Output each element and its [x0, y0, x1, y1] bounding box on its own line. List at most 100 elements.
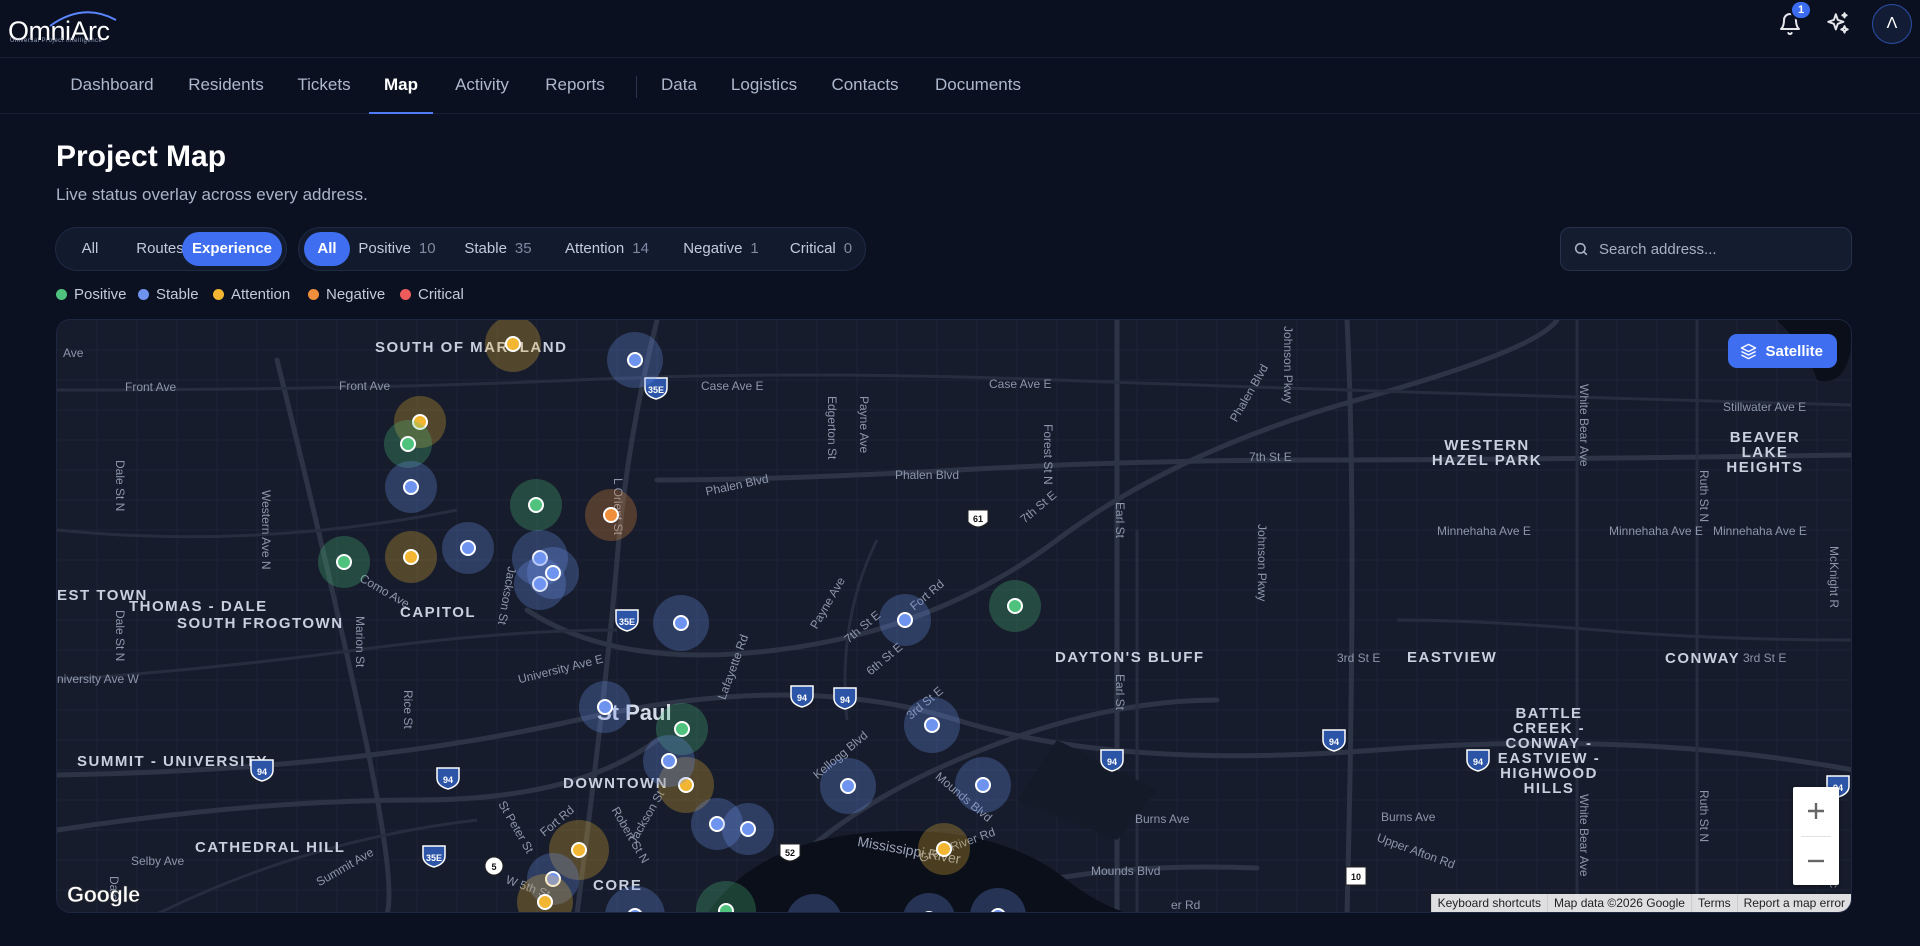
ai-assistant-button[interactable] — [1822, 8, 1854, 40]
legend-stable: Stable — [138, 286, 199, 304]
map-marker-positive[interactable] — [510, 479, 562, 531]
road-label: Front Ave — [125, 380, 177, 394]
map-marker-stable[interactable] — [442, 522, 494, 574]
nav-documents[interactable]: Documents — [933, 58, 1023, 114]
road-label: Payne Ave — [857, 396, 871, 454]
road-label: Phalen Blvd — [895, 468, 960, 482]
shield-text: 94 — [797, 693, 807, 703]
road-label: er Rd — [1171, 898, 1201, 912]
map-marker-negative[interactable] — [585, 489, 637, 541]
area-label: BEAVER LAKE HEIGHTS — [1726, 429, 1804, 476]
nav-dashboard[interactable]: Dashboard — [70, 58, 154, 114]
road-label: Front Ave — [339, 379, 391, 393]
map-marker-attention[interactable] — [918, 823, 970, 875]
report-map-error-link[interactable]: Report a map error — [1736, 894, 1851, 912]
status-filter-all[interactable]: All — [304, 232, 350, 266]
status-filter-negative-label: Negative — [683, 240, 743, 257]
minus-icon — [1808, 859, 1824, 863]
terms-link[interactable]: Terms — [1690, 894, 1737, 912]
project-map[interactable]: SOUTH OF MARYLAND THOMAS - DALE SOUTH FR… — [56, 319, 1852, 913]
nav-reports[interactable]: Reports — [544, 58, 606, 114]
status-filter-negative-count: 1 — [750, 240, 759, 257]
search-input[interactable] — [1599, 228, 1845, 270]
map-marker-stable[interactable] — [904, 697, 960, 753]
status-filter-attention-label: Attention — [565, 240, 625, 257]
address-search — [1560, 227, 1852, 271]
status-filter-critical[interactable]: Critical 0 — [781, 232, 861, 266]
legend-positive-label: Positive — [74, 286, 127, 303]
zoom-out-button[interactable] — [1793, 837, 1839, 885]
sparkles-icon — [1827, 12, 1849, 34]
road-label: Ruth St N — [1697, 790, 1711, 843]
map-marker-stable[interactable] — [879, 594, 931, 646]
shield-text: 94 — [443, 775, 453, 785]
map-marker-stable[interactable] — [653, 595, 709, 651]
shield-text: 35E — [426, 853, 442, 863]
google-logo: Google — [67, 882, 141, 908]
road-label: White Bear Ave — [1577, 794, 1591, 877]
shield-text: 52 — [785, 848, 795, 858]
nav-residents[interactable]: Residents — [188, 58, 264, 114]
road-label: Ruth St N — [1697, 470, 1711, 523]
zoom-in-button[interactable] — [1793, 787, 1839, 835]
marker-pin — [403, 549, 419, 565]
us-route-shield-icon: 61 — [967, 509, 989, 528]
area-label: EASTVIEW — [1407, 649, 1498, 666]
map-marker-stable[interactable] — [643, 735, 695, 787]
view-filter-all[interactable]: All — [62, 232, 118, 266]
map-marker-positive[interactable] — [989, 580, 1041, 632]
status-filter-stable-count: 35 — [514, 240, 532, 257]
status-filter-stable-label: Stable — [464, 240, 507, 257]
keyboard-shortcuts-link[interactable]: Keyboard shortcuts — [1430, 894, 1548, 912]
status-filter-attention[interactable]: Attention 14 — [555, 232, 659, 266]
nav-contacts[interactable]: Contacts — [831, 58, 899, 114]
notifications-button[interactable]: 1 — [1774, 0, 1812, 40]
interstate-shield-icon: 94 — [833, 687, 857, 710]
map-marker-stable[interactable] — [579, 681, 631, 733]
legend-attention-label: Attention — [231, 286, 291, 303]
status-filter-all-label: All — [317, 240, 337, 257]
nav-data[interactable]: Data — [659, 58, 699, 114]
status-filter-negative[interactable]: Negative 1 — [673, 232, 769, 266]
road-label: Burns Ave — [1135, 812, 1190, 826]
status-filter-group: All Positive 10 Stable 35 Attention 14 Nega… — [298, 227, 866, 271]
plus-icon — [1808, 803, 1824, 819]
view-filter-group: All Routes Experience — [55, 227, 287, 271]
map-marker-stable[interactable] — [385, 461, 437, 513]
view-filter-experience[interactable]: Experience — [182, 232, 282, 266]
map-marker-attention[interactable] — [385, 531, 437, 583]
nav-logistics[interactable]: Logistics — [730, 58, 798, 114]
map-marker-stable[interactable] — [722, 803, 774, 855]
road-label: Minnehaha Ave E — [1713, 524, 1807, 538]
marker-pin — [537, 894, 553, 910]
map-marker-positive[interactable] — [318, 536, 370, 588]
map-marker-stable[interactable] — [607, 332, 663, 388]
area-label: CAPITOL — [400, 604, 477, 621]
shield-text: 10 — [1351, 872, 1361, 882]
zoom-controls — [1793, 787, 1839, 885]
marker-pin — [400, 436, 416, 452]
legend-negative: Negative — [308, 286, 385, 304]
road-label: Mounds Blvd — [1091, 864, 1161, 878]
status-filter-attention-count: 14 — [632, 240, 649, 257]
map-marker-stable[interactable] — [820, 758, 876, 814]
marker-pin — [460, 540, 476, 556]
nav-tickets[interactable]: Tickets — [296, 58, 352, 114]
top-bar: OmniArc Universal Project Intelligence 1… — [0, 0, 1920, 58]
status-filter-positive[interactable]: Positive 10 — [353, 232, 441, 266]
status-filter-stable[interactable]: Stable 35 — [457, 232, 539, 266]
road-label: Case Ave E — [989, 377, 1052, 391]
user-avatar[interactable]: Λ — [1872, 4, 1912, 44]
notification-count-badge: 1 — [1790, 0, 1812, 20]
map-marker-stable[interactable] — [955, 757, 1011, 813]
omniarc-logo[interactable]: OmniArc Universal Project Intelligence — [8, 6, 118, 48]
legend-positive-dot — [56, 289, 67, 300]
state-route-shield-icon: 10 — [1345, 866, 1367, 886]
map-marker-stable[interactable] — [527, 547, 579, 599]
satellite-toggle-button[interactable]: Satellite — [1728, 334, 1837, 368]
nav-activity[interactable]: Activity — [452, 58, 512, 114]
road-label: Dale St N — [113, 610, 127, 662]
shield-text: 5 — [491, 862, 496, 872]
nav-map[interactable]: Map — [369, 58, 433, 114]
area-label: CATHEDRAL HILL — [195, 839, 346, 856]
